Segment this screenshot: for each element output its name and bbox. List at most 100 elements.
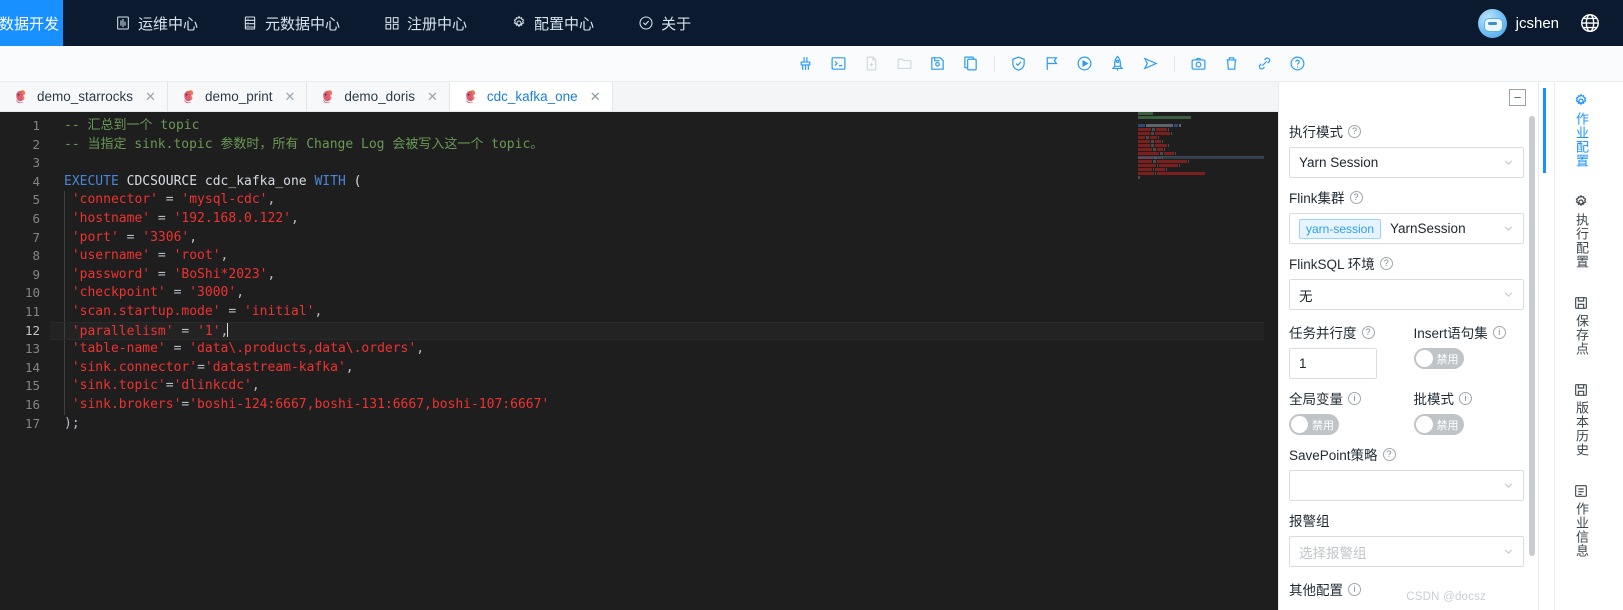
code-token: , (416, 341, 425, 357)
editor-scrollbar[interactable] (1264, 112, 1278, 610)
row-parallelism-insertset: 任务并行度 ? 1 Insert语句集 i 禁用 (1289, 313, 1524, 379)
tab-cdc-kafka-one[interactable]: cdc_kafka_one ✕ (449, 82, 613, 111)
tab-label: demo_doris (344, 89, 415, 104)
editor-tab-bar: demo_starrocks ✕ demo_print ✕ demo_doris… (0, 82, 1278, 112)
batch-mode-toggle[interactable]: 禁用 (1413, 414, 1464, 435)
api-button[interactable] (1248, 50, 1281, 78)
user-menu[interactable]: jcshen (1477, 8, 1559, 38)
indent-guide (64, 265, 65, 285)
history-icon (1573, 382, 1589, 398)
vtab-job-config[interactable]: 作业配置 (1543, 88, 1601, 173)
nav-item-about[interactable]: 关于 (616, 0, 713, 46)
help-button[interactable] (1281, 50, 1314, 78)
close-icon[interactable]: ✕ (285, 90, 296, 103)
text-caret (227, 322, 229, 337)
insert-stmt-set-state: 禁用 (1436, 353, 1459, 366)
code-token: , (189, 229, 198, 245)
nav-item-data-development[interactable]: 数据开发 (0, 0, 63, 46)
deploy-button[interactable] (1101, 50, 1134, 78)
nav-item-metadata-center[interactable]: 元数据中心 (220, 0, 362, 46)
collapse-panel-button[interactable]: − (1509, 88, 1526, 106)
code-token: 'root' (173, 248, 221, 264)
globe-icon[interactable] (1579, 12, 1601, 34)
check-sql-button[interactable] (1002, 50, 1035, 78)
job-config-panel: − 执行模式 ? Yarn Session Flink集群 ? yarn-ses… (1278, 82, 1538, 610)
indent-guide (64, 302, 65, 322)
flinksql-env-value: 无 (1299, 288, 1313, 304)
help-icon[interactable]: ? (1382, 447, 1396, 461)
global-var-toggle[interactable]: 禁用 (1289, 414, 1339, 435)
alert-group-select[interactable]: 选择报警组 (1289, 536, 1524, 567)
trash-icon (1223, 55, 1240, 72)
help-icon[interactable]: ? (1348, 124, 1361, 138)
code-token: EXECUTE (64, 173, 119, 189)
code-token: 'mysql-cdc' (181, 192, 268, 208)
toggle-knob (1291, 416, 1308, 433)
save-button[interactable] (921, 50, 954, 78)
flink-cluster-label-text: Flink集群 (1289, 191, 1345, 206)
snapshot-button[interactable] (1182, 50, 1215, 78)
vtab-job-info[interactable]: 作业信息 (1561, 478, 1601, 563)
global-var-label-text: 全局变量 (1289, 392, 1343, 407)
close-icon[interactable]: ✕ (590, 90, 601, 103)
toggle-knob (1415, 350, 1433, 367)
explain-plan-button[interactable] (1035, 50, 1068, 78)
submit-button[interactable] (1134, 50, 1167, 78)
close-icon[interactable]: ✕ (427, 90, 438, 103)
help-icon[interactable]: ? (1361, 325, 1375, 339)
info-icon[interactable]: i (1348, 582, 1361, 596)
run-button[interactable] (1068, 50, 1101, 78)
field-flinksql-env: FlinkSQL 环境 ? 无 (1289, 253, 1524, 310)
code-token: 'dlinkcdc' (173, 378, 252, 394)
code-token: = (165, 285, 190, 301)
code-line: 'hostname' = '192.168.0.122', (50, 209, 1278, 229)
nav-item-ops-center[interactable]: 运维中心 (93, 0, 220, 46)
savepoint-strategy-select[interactable] (1289, 470, 1524, 501)
field-parallelism: 任务并行度 ? 1 (1289, 313, 1400, 379)
code-token: , (267, 192, 276, 208)
flinksql-env-select[interactable]: 无 (1289, 279, 1524, 310)
insert-stmt-set-toggle[interactable]: 禁用 (1413, 348, 1464, 369)
close-icon[interactable]: ✕ (145, 90, 156, 103)
info-icon[interactable]: i (1492, 325, 1506, 339)
info-icon[interactable]: i (1348, 391, 1361, 405)
exec-mode-select[interactable]: Yarn Session (1289, 147, 1524, 178)
parallelism-label: 任务并行度 ? (1289, 322, 1400, 342)
code-line: 'checkpoint' = '3000', (50, 284, 1278, 303)
panel-scrollbar[interactable] (1529, 116, 1535, 556)
vtab-version-history[interactable]: 版本历史 (1561, 377, 1601, 462)
chevron-down-icon (1503, 223, 1514, 234)
vtab-exec-config[interactable]: 执行配置 (1561, 189, 1601, 274)
tab-demo-doris[interactable]: demo_doris ✕ (307, 82, 450, 111)
code-token: 'hostname' (64, 210, 151, 226)
tab-demo-print[interactable]: demo_print ✕ (167, 82, 308, 111)
flink-squirrel-icon (462, 88, 479, 105)
code-content[interactable]: -- 汇总到一个 topic -- 当指定 sink.topic 参数时，所有 C… (50, 112, 1278, 610)
insert-stmt-set-label: Insert语句集 i (1414, 322, 1525, 342)
help-icon[interactable]: ? (1349, 190, 1363, 204)
code-token: '3306' (142, 229, 190, 245)
console-button[interactable] (822, 50, 855, 78)
alert-group-placeholder: 选择报警组 (1299, 545, 1367, 561)
delete-button[interactable] (1215, 50, 1248, 78)
open-folder-button[interactable] (888, 50, 921, 78)
nav-item-settings-center[interactable]: 配置中心 (489, 0, 616, 46)
new-file-button[interactable] (855, 50, 888, 78)
code-editor[interactable]: 1 2 3 4 5 6 7 8 9 10 11 12 13 14 15 16 17 -- 汇总到一个 topic… (0, 112, 1278, 610)
vtab-savepoint[interactable]: 保存点 (1561, 290, 1601, 361)
format-code-button[interactable] (789, 50, 822, 78)
right-vertical-tab-strip: 作业配置 执行配置 保存点 版本历史 作业信息 (1538, 82, 1623, 610)
nav-item-registry-center[interactable]: 注册中心 (362, 0, 489, 46)
tab-demo-starrocks[interactable]: demo_starrocks ✕ (0, 82, 168, 111)
copy-button[interactable] (954, 50, 987, 78)
flink-cluster-select[interactable]: yarn-session YarnSession (1289, 213, 1524, 244)
line-number: 3 (32, 155, 40, 171)
code-token: '1' (197, 323, 221, 339)
help-icon[interactable]: ? (1379, 256, 1393, 270)
code-line: 'table-name' = 'data\.products,data\.ord… (50, 340, 1278, 359)
flinksql-env-label-text: FlinkSQL 环境 (1289, 257, 1375, 272)
code-token: , (251, 378, 260, 394)
settings-center-icon (511, 15, 527, 31)
parallelism-input[interactable]: 1 (1289, 348, 1377, 379)
info-icon[interactable]: i (1459, 391, 1472, 405)
